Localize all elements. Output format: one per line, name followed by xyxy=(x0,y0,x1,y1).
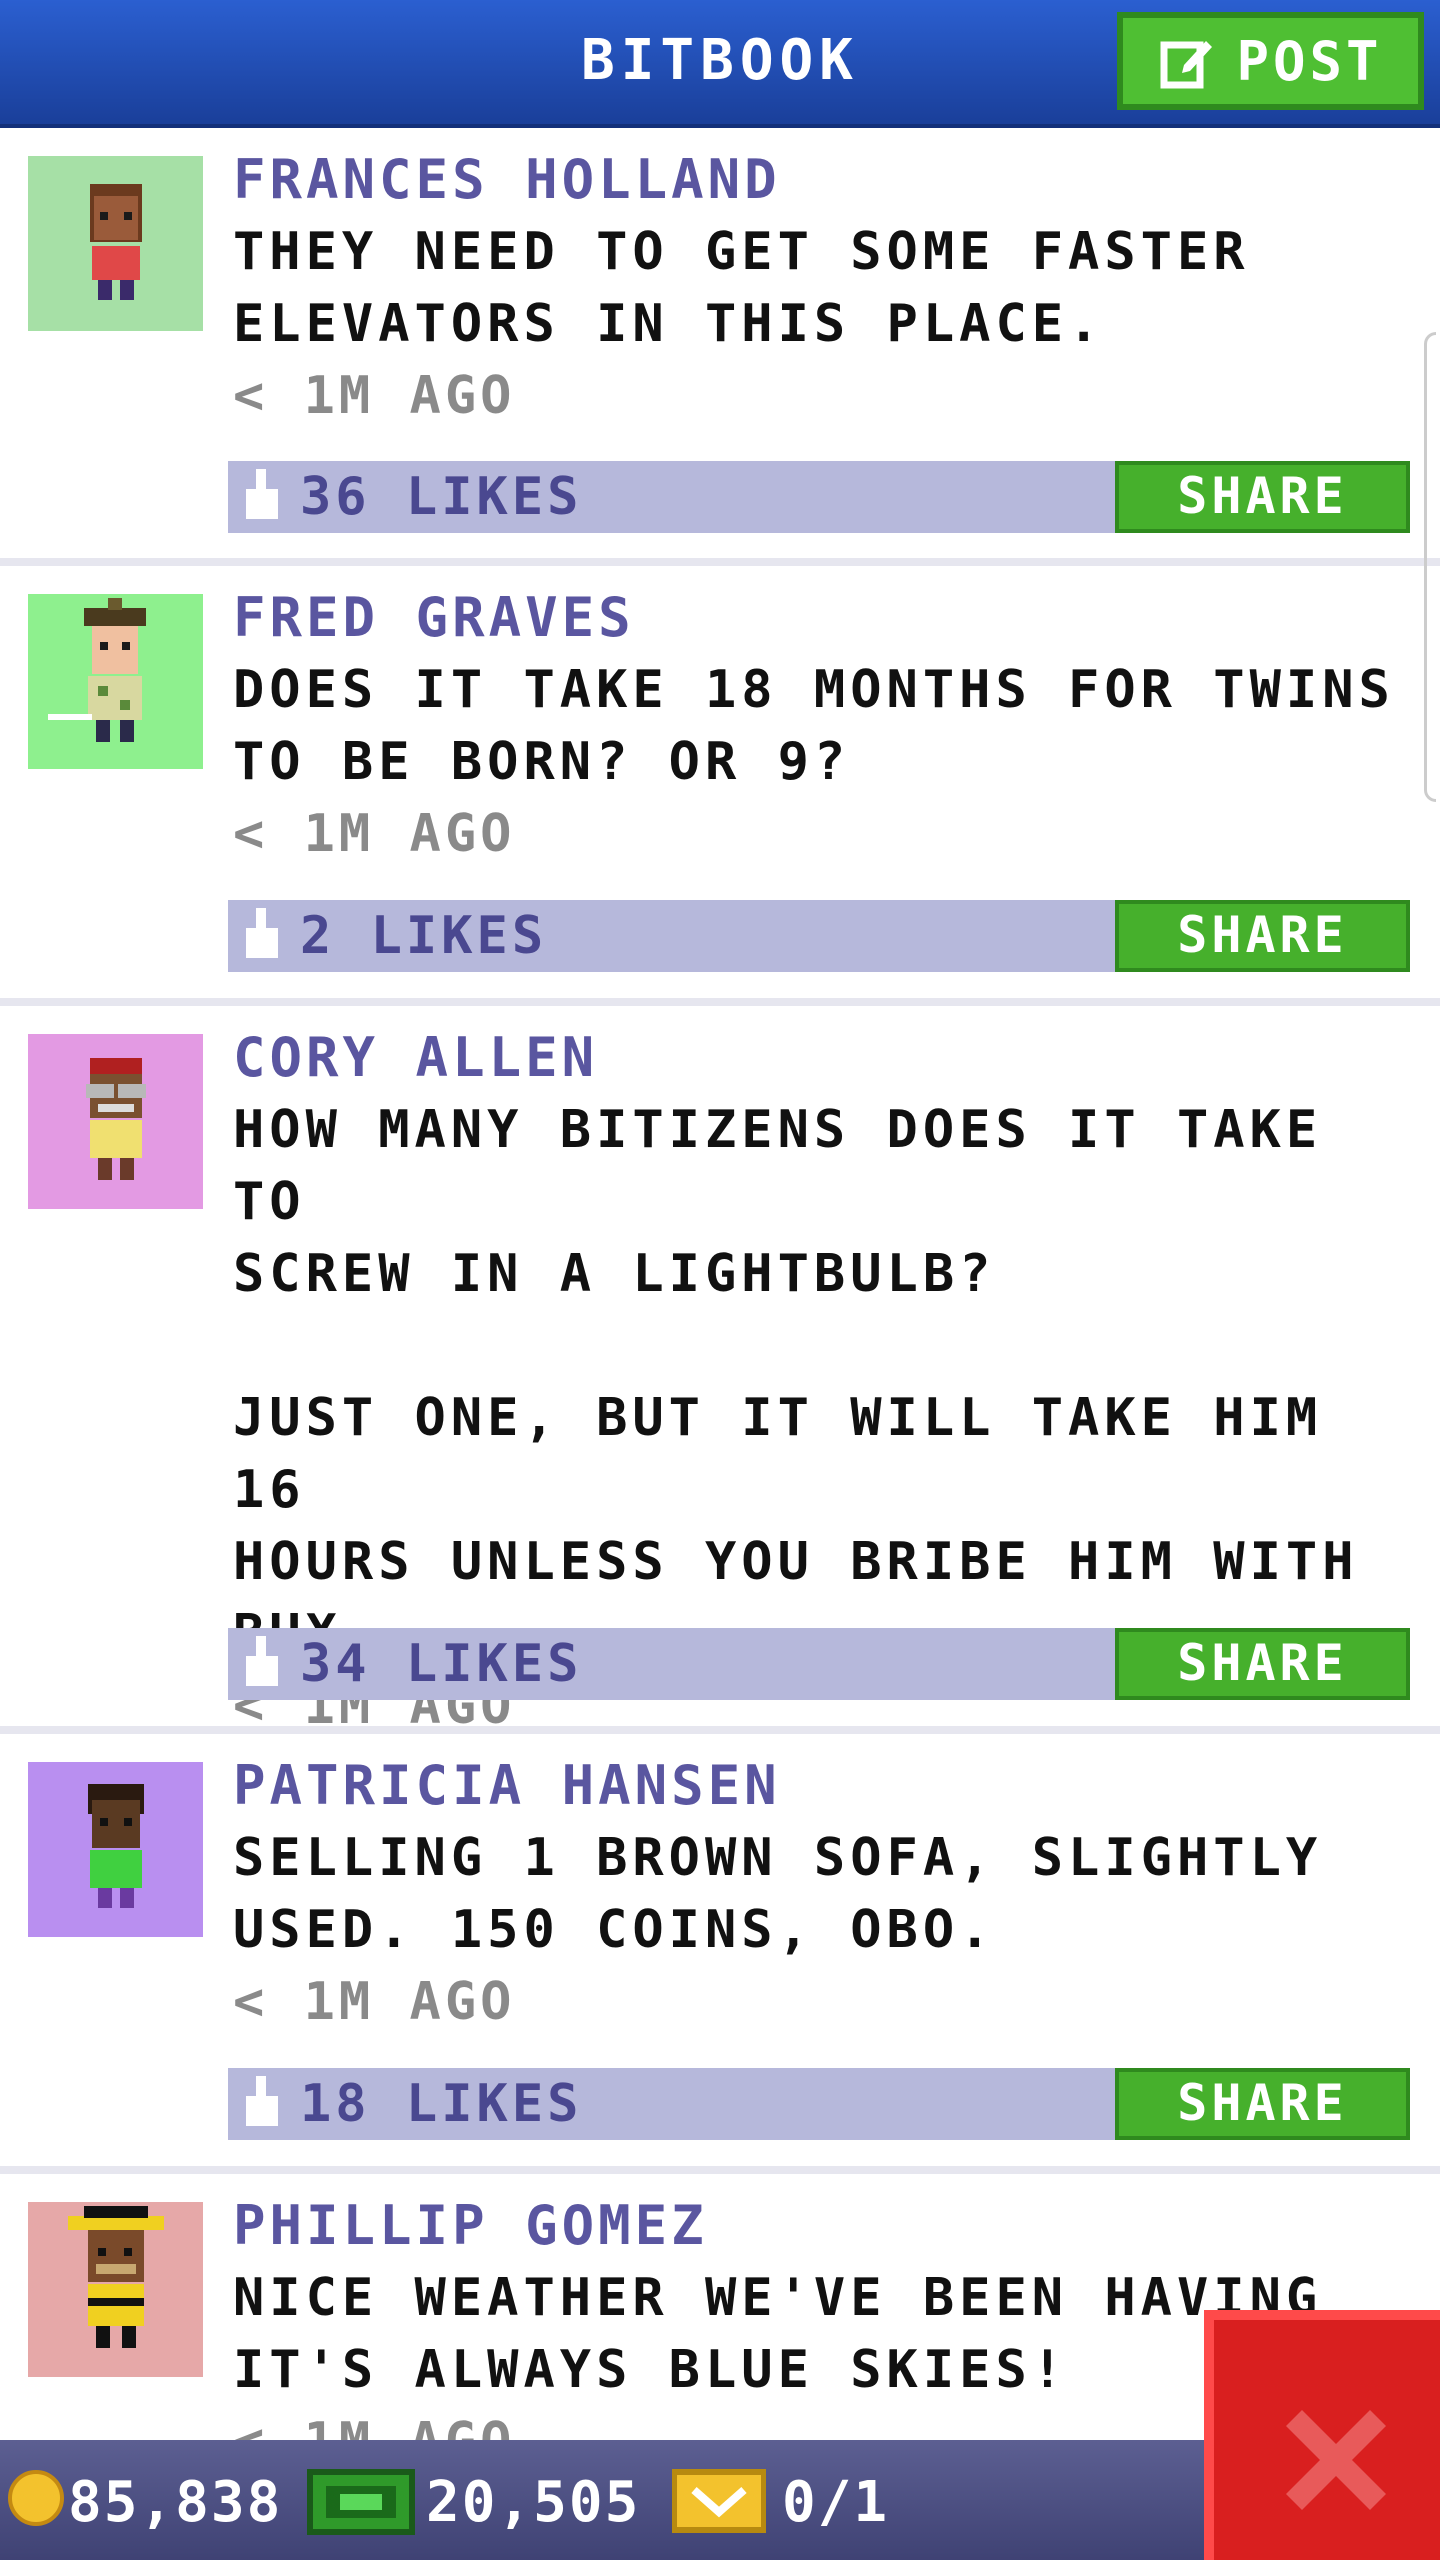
likes-count: 36 LIKES xyxy=(300,467,583,527)
author-name[interactable]: PATRICIA HANSEN xyxy=(233,1750,1413,1822)
thumbs-up-icon xyxy=(246,2076,278,2126)
close-icon xyxy=(1286,2410,1386,2510)
post-content: FRANCES HOLLAND THEY NEED TO GET SOME FA… xyxy=(233,144,1413,432)
coins-count: 85,838 xyxy=(68,2470,283,2535)
author-name[interactable]: CORY ALLEN xyxy=(233,1022,1413,1094)
scroll-indicator[interactable] xyxy=(1424,332,1436,802)
likes-count: 18 LIKES xyxy=(300,2074,583,2134)
avatar xyxy=(28,594,203,769)
like-bar[interactable]: 18 LIKES SHARE xyxy=(228,2068,1410,2140)
vip-count: 0/1 xyxy=(782,2470,890,2535)
thumbs-up-icon xyxy=(246,1636,278,1686)
avatar xyxy=(28,156,203,331)
post-message: HOW MANY BITIZENS DOES IT TAKE TO SCREW … xyxy=(233,1100,1359,1664)
share-button[interactable]: SHARE xyxy=(1115,1628,1410,1700)
post-content: FRED GRAVES DOES IT TAKE 18 MONTHS FOR T… xyxy=(233,582,1413,870)
avatar xyxy=(28,2202,203,2377)
post-item: CORY ALLEN HOW MANY BITIZENS DOES IT TAK… xyxy=(0,1006,1440,1736)
app-header: BITBOOK POST xyxy=(0,0,1440,128)
post-time: < 1M AGO xyxy=(233,366,516,426)
edit-icon xyxy=(1160,41,1213,89)
thumbs-up-icon xyxy=(246,908,278,958)
share-button[interactable]: SHARE xyxy=(1115,461,1410,533)
like-bar[interactable]: 36 LIKES SHARE xyxy=(228,461,1410,533)
post-message: THEY NEED TO GET SOME FASTER ELEVATORS I… xyxy=(233,222,1250,354)
thumbs-up-icon xyxy=(246,469,278,519)
author-name[interactable]: FRANCES HOLLAND xyxy=(233,144,1413,216)
ticket-icon xyxy=(672,2469,766,2533)
bux-icon xyxy=(307,2469,415,2535)
likes-count: 34 LIKES xyxy=(300,1634,583,1694)
post-button-label: POST xyxy=(1236,29,1383,93)
close-button[interactable] xyxy=(1204,2310,1440,2560)
avatar xyxy=(28,1034,203,1209)
like-bar[interactable]: 2 LIKES SHARE xyxy=(228,900,1410,972)
post-item: PATRICIA HANSEN SELLING 1 BROWN SOFA, SL… xyxy=(0,1734,1440,2174)
post-message: DOES IT TAKE 18 MONTHS FOR TWINS TO BE B… xyxy=(233,660,1395,792)
author-name[interactable]: FRED GRAVES xyxy=(233,582,1413,654)
post-item: FRANCES HOLLAND THEY NEED TO GET SOME FA… xyxy=(0,128,1440,566)
likes-count: 2 LIKES xyxy=(300,906,548,966)
coin-icon xyxy=(8,2470,64,2526)
share-button[interactable]: SHARE xyxy=(1115,900,1410,972)
feed: FRANCES HOLLAND THEY NEED TO GET SOME FA… xyxy=(0,128,1440,2474)
post-button[interactable]: POST xyxy=(1117,12,1424,110)
post-time: < 1M AGO xyxy=(233,804,516,864)
like-bar[interactable]: 34 LIKES SHARE xyxy=(228,1628,1410,1700)
post-content: PATRICIA HANSEN SELLING 1 BROWN SOFA, SL… xyxy=(233,1750,1413,2038)
share-button[interactable]: SHARE xyxy=(1115,2068,1410,2140)
post-message: SELLING 1 BROWN SOFA, SLIGHTLY USED. 150… xyxy=(233,1828,1323,1960)
post-item: FRED GRAVES DOES IT TAKE 18 MONTHS FOR T… xyxy=(0,566,1440,1006)
post-time: < 1M AGO xyxy=(233,1972,516,2032)
bux-count: 20,505 xyxy=(426,2470,641,2535)
avatar xyxy=(28,1762,203,1937)
author-name[interactable]: PHILLIP GOMEZ xyxy=(233,2190,1413,2262)
